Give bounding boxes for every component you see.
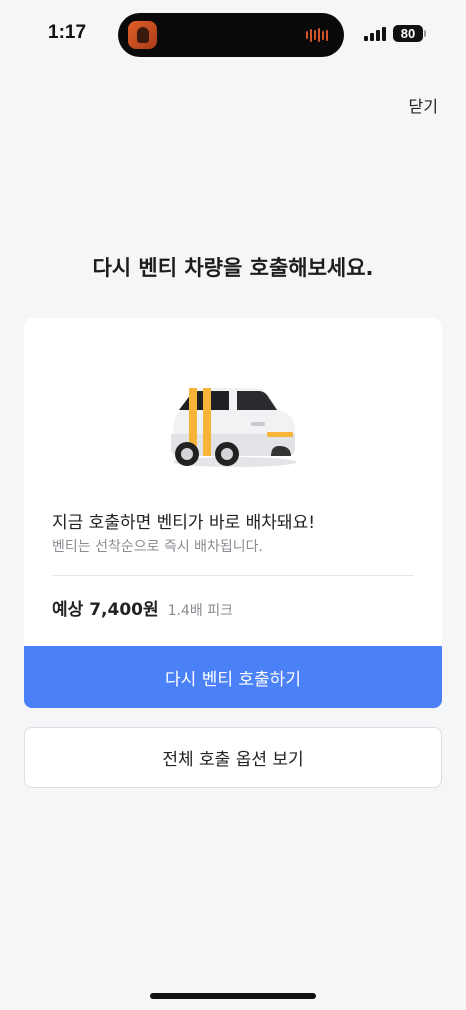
podcast-app-icon <box>128 21 157 49</box>
battery-tip-icon <box>424 30 426 37</box>
status-bar: 1:17 80 <box>0 0 466 70</box>
dynamic-island[interactable] <box>118 13 344 57</box>
card-title: 지금 호출하면 벤티가 바로 배차돼요! <box>52 513 316 533</box>
estimated-price: 예상 7,400원 <box>52 600 159 620</box>
card-subtitle: 벤티는 선착순으로 즉시 배차됩니다. <box>52 539 263 555</box>
surge-multiplier: 1.4배 피크 <box>167 603 233 619</box>
status-time: 1:17 <box>48 22 87 43</box>
view-all-call-options-button[interactable]: 전체 호출 옵션 보기 <box>24 727 442 788</box>
page-title: 다시 벤티 차량을 호출해보세요. <box>92 256 374 280</box>
battery-indicator: 80 <box>393 25 423 42</box>
cellular-signal-icon <box>364 27 386 41</box>
call-venti-again-button[interactable]: 다시 벤티 호출하기 <box>24 646 442 708</box>
rebook-card: 지금 호출하면 벤티가 바로 배차돼요! 벤티는 선착순으로 즉시 배차됩니다.… <box>24 318 442 708</box>
venti-taxi-icon <box>171 388 297 467</box>
home-indicator[interactable] <box>150 993 316 999</box>
price-row: 예상 7,400원 1.4배 피크 <box>52 595 233 620</box>
divider <box>52 575 414 576</box>
audio-waveform-icon <box>306 28 330 42</box>
close-button[interactable]: 닫기 <box>409 93 438 117</box>
